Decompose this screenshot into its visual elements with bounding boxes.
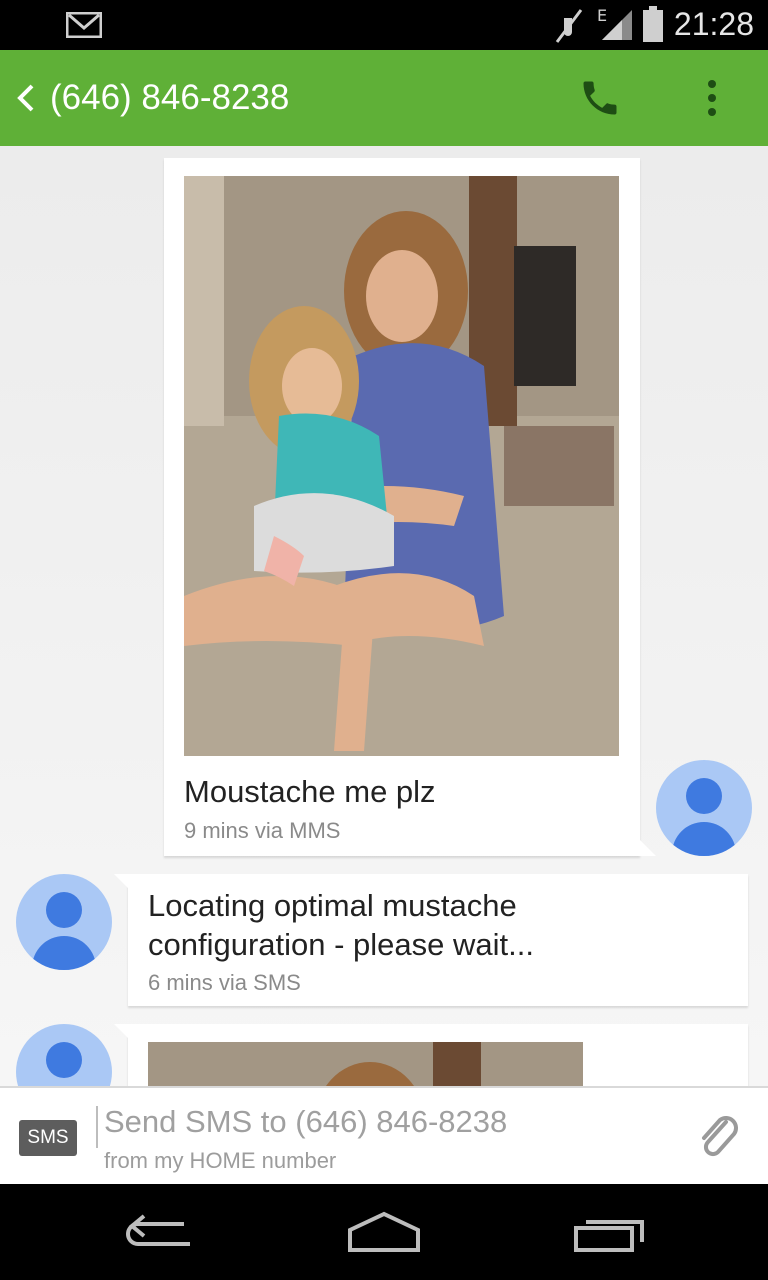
mute-icon <box>555 9 583 43</box>
message-meta: 9 mins via MMS <box>184 818 341 843</box>
compose-bar: SMS Send SMS to (646) 846-8238 from my H… <box>0 1086 768 1186</box>
home-nav-icon[interactable] <box>344 1210 424 1254</box>
gmail-icon <box>66 12 102 38</box>
status-bar: E 21:28 <box>0 0 768 50</box>
back-nav-icon[interactable] <box>124 1214 196 1254</box>
bubble-tail <box>640 840 656 856</box>
contact-avatar[interactable] <box>16 874 112 970</box>
sms-badge: SMS <box>19 1120 77 1156</box>
contact-title[interactable]: (646) 846-8238 <box>50 78 289 118</box>
navigation-bar <box>0 1184 768 1280</box>
message-text-line2: configuration - please wait... <box>148 927 534 962</box>
incoming-message[interactable]: Locating optimal mustache configuration … <box>114 874 748 1006</box>
mms-photo[interactable] <box>184 176 619 756</box>
message-meta: 6 mins via SMS <box>148 970 301 995</box>
self-avatar[interactable] <box>656 760 752 856</box>
outgoing-message[interactable]: Moustache me plz 9 mins via MMS <box>164 158 656 856</box>
phone-icon[interactable] <box>578 76 622 120</box>
paperclip-icon[interactable] <box>696 1112 744 1162</box>
mms-photo[interactable] <box>148 1042 583 1086</box>
incoming-mms-message[interactable] <box>114 1024 748 1086</box>
photo-image <box>184 176 619 756</box>
bubble-tail <box>114 874 128 888</box>
battery-icon <box>643 6 663 42</box>
sender-number-hint: from my HOME number <box>104 1148 337 1173</box>
message-input[interactable]: Send SMS to (646) 846-8238 <box>104 1104 507 1140</box>
composer-divider <box>96 1106 98 1148</box>
contact-avatar[interactable] <box>16 1024 112 1086</box>
bubble-tail <box>114 1024 128 1038</box>
signal-icon <box>602 10 632 40</box>
conversation-header: (646) 846-8238 <box>0 50 768 146</box>
overflow-menu-icon[interactable] <box>702 78 722 118</box>
message-list[interactable]: Moustache me plz 9 mins via MMS Locating… <box>0 146 768 1086</box>
message-text-line1: Locating optimal mustache <box>148 888 517 923</box>
status-time: 21:28 <box>673 6 754 42</box>
back-icon[interactable] <box>12 80 40 116</box>
recents-nav-icon[interactable] <box>572 1214 648 1254</box>
message-text: Moustache me plz <box>184 774 436 809</box>
